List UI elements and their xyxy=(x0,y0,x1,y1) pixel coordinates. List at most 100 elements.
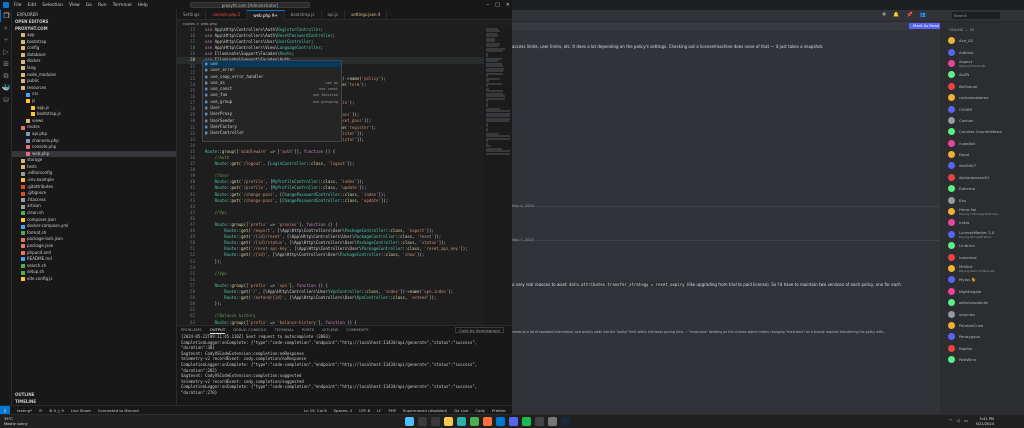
tab-web-php[interactable]: web.php 9+ xyxy=(247,10,285,20)
member-item[interactable]: Coshan xyxy=(940,115,1024,126)
settings-icon[interactable] xyxy=(548,417,557,426)
member-item[interactable]: Raphix xyxy=(940,343,1024,354)
tree-item[interactable]: views xyxy=(12,118,176,125)
live-share-button[interactable]: Live Share xyxy=(71,408,91,413)
member-item[interactable]: Eso xyxy=(940,194,1024,205)
panel-tab-problems[interactable]: PROBLEMS xyxy=(181,326,202,334)
suggestion-item[interactable]: ▣ UserController xyxy=(203,130,341,136)
tree-item[interactable]: api.php xyxy=(12,131,176,138)
run-debug-icon[interactable]: ▷ xyxy=(0,46,12,58)
volume-icon[interactable]: ◁ xyxy=(956,419,959,424)
tree-item[interactable]: routes xyxy=(12,124,176,131)
tree-item[interactable]: web.php xyxy=(12,150,176,158)
tree-item[interactable]: phpunit.xml xyxy=(12,250,176,257)
discord-status[interactable]: Connected to Discord xyxy=(98,408,139,413)
tree-item[interactable]: css xyxy=(12,91,176,98)
battery-icon[interactable]: ▭ xyxy=(964,419,968,424)
open-editors-section[interactable]: OPEN EDITORS xyxy=(12,18,176,25)
cursor-position[interactable]: Ln 19, Col 8 xyxy=(304,408,327,413)
member-item[interactable]: AsZN xyxy=(940,69,1024,80)
search-icon[interactable]: ⌕ xyxy=(0,22,12,34)
tree-item[interactable]: app.js xyxy=(12,105,176,112)
spotify-icon[interactable] xyxy=(522,417,531,426)
timeline-section[interactable]: TIMELINE xyxy=(12,398,176,405)
member-item[interactable]: BeSheuer xyxy=(940,81,1024,92)
prettier-status[interactable]: Prettier xyxy=(492,408,506,413)
menu-item-help[interactable]: Help xyxy=(138,3,148,8)
member-item[interactable]: Lindrine xyxy=(940,240,1024,251)
weather-widget[interactable]: 39°C Mostly sunny xyxy=(4,417,28,426)
member-item[interactable]: Ephemo xyxy=(940,183,1024,194)
member-item[interactable]: inikla xyxy=(940,217,1024,228)
tree-item[interactable]: artisan xyxy=(12,203,176,210)
tree-item[interactable]: config xyxy=(12,45,176,52)
member-item[interactable]: Nightingale xyxy=(940,286,1024,297)
wifi-icon[interactable]: ◠ xyxy=(948,419,952,424)
member-item[interactable]: RedWinn xyxy=(940,354,1024,365)
tree-item[interactable]: .gitattributes xyxy=(12,184,176,191)
menu-item-terminal[interactable]: Terminal xyxy=(113,3,132,8)
tree-item[interactable]: docker-compose.yml xyxy=(12,223,176,230)
member-item[interactable]: lumenise xyxy=(940,251,1024,262)
tree-item[interactable]: database xyxy=(12,52,176,59)
member-item[interactable]: Aidkiax xyxy=(940,46,1024,57)
extensions-icon[interactable]: ⊞ xyxy=(0,58,12,70)
breadcrumb[interactable]: routes > web.php xyxy=(177,20,512,27)
chrome-icon[interactable] xyxy=(470,417,479,426)
member-item[interactable]: oblivionsdaniel xyxy=(940,297,1024,308)
panel-tab-gitlens[interactable]: GITLENS xyxy=(322,326,338,334)
source-control-icon[interactable]: ⑂ xyxy=(0,34,12,46)
language-mode[interactable]: PHP xyxy=(388,408,395,413)
minimap[interactable] xyxy=(484,27,512,325)
mark-as-read-button[interactable]: Mark As Read xyxy=(909,23,943,29)
member-item[interactable]: PaintedCrow xyxy=(940,320,1024,331)
tree-item[interactable]: package.json xyxy=(12,243,176,250)
discord-icon[interactable] xyxy=(509,417,518,426)
tree-item[interactable]: README.md xyxy=(12,256,176,263)
clock[interactable]: 5:41 PM 5/21/2024 xyxy=(976,417,994,427)
database-icon[interactable]: ⛁ xyxy=(0,94,12,106)
menu-item-selection[interactable]: Selection xyxy=(42,3,63,8)
member-item[interactable]: cube0xll xyxy=(940,138,1024,149)
close-icon[interactable]: ✕ xyxy=(506,2,510,8)
panel-tab-comments[interactable]: COMMENTS xyxy=(346,326,368,334)
git-branch[interactable]: testing* xyxy=(17,408,32,413)
menu-item-run[interactable]: Run xyxy=(98,3,107,8)
start-icon[interactable] xyxy=(405,417,414,426)
member-item[interactable]: CH389 xyxy=(940,103,1024,114)
tree-item[interactable]: lang xyxy=(12,65,176,72)
member-item[interactable]: LicenseMaster 2.0 Playing Microsoft Word xyxy=(940,229,1024,240)
panel-tab-terminal[interactable]: TERMINAL xyxy=(274,326,293,334)
tree-item[interactable]: .editorconfig xyxy=(12,170,176,177)
vscode-icon[interactable] xyxy=(496,417,505,426)
problems-count[interactable]: ⊗ 0 △ 9 xyxy=(49,408,64,413)
file-explorer-icon[interactable] xyxy=(444,417,453,426)
project-root[interactable]: PROXYHT.COM xyxy=(12,25,176,32)
tree-item[interactable]: tests xyxy=(12,164,176,171)
tree-item[interactable]: clean.sh xyxy=(12,210,176,217)
tree-item[interactable]: app xyxy=(12,32,176,39)
tree-item[interactable]: setup.sh xyxy=(12,269,176,276)
tab-settings-json[interactable]: settings.json 4 xyxy=(345,10,388,20)
tab-settings[interactable]: Settings xyxy=(177,10,207,20)
pin-icon[interactable]: 📌 xyxy=(906,12,912,18)
firefox-icon[interactable] xyxy=(483,417,492,426)
edge-icon[interactable] xyxy=(457,417,466,426)
search-input[interactable]: Search xyxy=(952,12,1000,19)
remote-icon[interactable]: ⧉ xyxy=(0,70,12,82)
tree-item[interactable]: public xyxy=(12,78,176,85)
go-live-button[interactable]: Go Live xyxy=(454,408,468,413)
menu-item-edit[interactable]: Edit xyxy=(28,3,37,8)
threads-icon[interactable]: # xyxy=(882,12,886,18)
maximize-icon[interactable]: □ xyxy=(495,2,500,8)
indentation[interactable]: Spaces: 4 xyxy=(334,408,352,413)
member-item[interactable]: djshadowsen81 xyxy=(940,172,1024,183)
tree-item[interactable]: vite.config.js xyxy=(12,276,176,283)
command-center-search[interactable]: proxyht.com [Administrator] xyxy=(190,2,310,8)
menu-item-view[interactable]: View xyxy=(69,3,80,8)
member-item[interactable]: Daod xyxy=(940,149,1024,160)
tree-item[interactable]: js xyxy=(12,98,176,105)
tree-item[interactable]: bootstrap.js xyxy=(12,111,176,118)
steam-icon[interactable] xyxy=(561,417,570,426)
outline-section[interactable]: OUTLINE xyxy=(12,391,176,398)
